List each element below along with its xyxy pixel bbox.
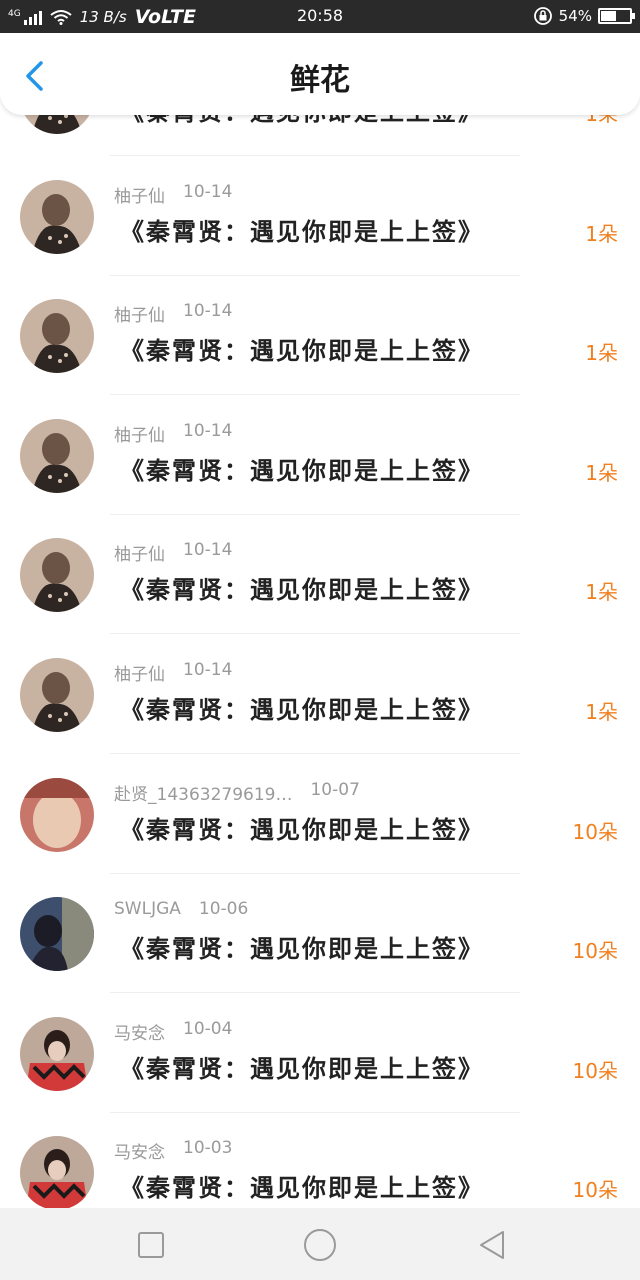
gift-message: 《秦霄贤：遇见你即是上上签》 bbox=[120, 455, 484, 485]
list-item[interactable]: 柚子仙 10-14 《秦霄贤：遇见你即是上上签》 1朵 bbox=[0, 275, 640, 396]
date: 10-07 bbox=[310, 779, 360, 800]
flower-list[interactable]: 柚子仙 10-14 《秦霄贤：遇见你即是上上签》 1朵 柚子仙 10-14 《秦霄贤：遇见你… bbox=[0, 0, 640, 1208]
list-item[interactable]: 柚子仙 10-14 《秦霄贤：遇见你即是上上签》 1朵 bbox=[0, 395, 640, 515]
avatar[interactable] bbox=[20, 897, 94, 972]
avatar[interactable] bbox=[20, 658, 94, 732]
username[interactable]: 马安念 bbox=[114, 1019, 165, 1044]
flower-count: 10朵 bbox=[572, 1178, 618, 1203]
avatar[interactable] bbox=[20, 179, 94, 254]
date: 10-14 bbox=[183, 420, 233, 441]
flower-count: 1朵 bbox=[585, 580, 618, 605]
flower-count: 10朵 bbox=[572, 939, 618, 964]
item-meta: 柚子仙 10-14 bbox=[114, 182, 232, 207]
date: 10-14 bbox=[183, 540, 233, 561]
item-meta: 柚子仙 10-14 bbox=[114, 660, 232, 685]
flower-count: 10朵 bbox=[572, 819, 618, 844]
date: 10-04 bbox=[183, 1018, 233, 1039]
avatar[interactable] bbox=[20, 418, 94, 493]
home-icon[interactable] bbox=[303, 1228, 337, 1262]
gift-message: 《秦霄贤：遇见你即是上上签》 bbox=[120, 216, 484, 246]
avatar[interactable] bbox=[20, 777, 94, 852]
list-item[interactable]: 柚子仙 10-14 《秦霄贤：遇见你即是上上签》 1朵 bbox=[0, 634, 640, 754]
username[interactable]: 赴贤_14363279619… bbox=[114, 780, 292, 805]
item-meta: 马安念 10-03 bbox=[114, 1138, 232, 1163]
list-item[interactable]: SWLJGA 10-06 《秦霄贤：遇见你即是上上签》 10朵 bbox=[0, 873, 640, 994]
item-meta: 赴贤_14363279619… 10-07 bbox=[114, 780, 360, 805]
gift-message: 《秦霄贤：遇见你即是上上签》 bbox=[120, 695, 484, 724]
list-item[interactable]: 柚子仙 10-14 《秦霄贤：遇见你即是上上签》 1朵 bbox=[0, 514, 640, 635]
gift-message: 《秦霄贤：遇见你即是上上签》 bbox=[120, 336, 484, 366]
item-meta: 柚子仙 10-14 bbox=[114, 301, 232, 326]
recents-icon[interactable] bbox=[134, 1228, 168, 1262]
gift-message: 《秦霄贤：遇见你即是上上签》 bbox=[120, 575, 484, 605]
item-meta: 马安念 10-04 bbox=[114, 1019, 232, 1044]
gift-message: 《秦霄贤：遇见你即是上上签》 bbox=[120, 814, 484, 844]
date: 10-14 bbox=[183, 181, 233, 202]
username[interactable]: 柚子仙 bbox=[114, 301, 165, 326]
back-triangle-icon[interactable] bbox=[476, 1228, 510, 1262]
avatar[interactable] bbox=[20, 1136, 94, 1208]
username[interactable]: 柚子仙 bbox=[114, 660, 165, 685]
header: 鲜花 bbox=[0, 33, 640, 115]
username[interactable]: 马安念 bbox=[114, 1138, 165, 1163]
date: 10-14 bbox=[183, 301, 233, 322]
page-title: 鲜花 bbox=[290, 63, 350, 98]
avatar[interactable] bbox=[20, 299, 94, 374]
list-item[interactable]: 赴贤_14363279619… 10-07 《秦霄贤：遇见你即是上上签》 10朵 bbox=[0, 754, 640, 874]
gift-message: 《秦霄贤：遇见你即是上上签》 bbox=[120, 1173, 484, 1203]
list-item[interactable]: 马安念 10-04 《秦霄贤：遇见你即是上上签》 10朵 bbox=[0, 993, 640, 1113]
item-meta: SWLJGA 10-06 bbox=[114, 899, 248, 919]
date: 10-03 bbox=[183, 1138, 233, 1159]
date: 10-06 bbox=[198, 899, 249, 920]
username[interactable]: SWLJGA bbox=[114, 899, 181, 919]
flower-count: 1朵 bbox=[585, 700, 618, 724]
gift-message: 《秦霄贤：遇见你即是上上签》 bbox=[120, 1053, 484, 1083]
username[interactable]: 柚子仙 bbox=[114, 540, 165, 565]
gift-message: 《秦霄贤：遇见你即是上上签》 bbox=[120, 934, 484, 964]
flower-count: 1朵 bbox=[585, 221, 618, 246]
avatar[interactable] bbox=[20, 538, 94, 613]
flower-count: 10朵 bbox=[572, 1058, 618, 1083]
date: 10-14 bbox=[183, 660, 233, 680]
flower-count: 1朵 bbox=[585, 341, 618, 366]
item-meta: 柚子仙 10-14 bbox=[114, 540, 232, 565]
avatar[interactable] bbox=[20, 1016, 94, 1091]
list-item[interactable]: 柚子仙 10-14 《秦霄贤：遇见你即是上上签》 1朵 bbox=[0, 156, 640, 276]
system-nav-bar bbox=[0, 1208, 640, 1280]
flower-count: 1朵 bbox=[585, 460, 618, 485]
username[interactable]: 柚子仙 bbox=[114, 182, 165, 207]
item-meta: 柚子仙 10-14 bbox=[114, 421, 232, 446]
username[interactable]: 柚子仙 bbox=[114, 421, 165, 446]
list-item[interactable]: 马安念 10-03 《秦霄贤：遇见你即是上上签》 10朵 bbox=[0, 1112, 640, 1208]
